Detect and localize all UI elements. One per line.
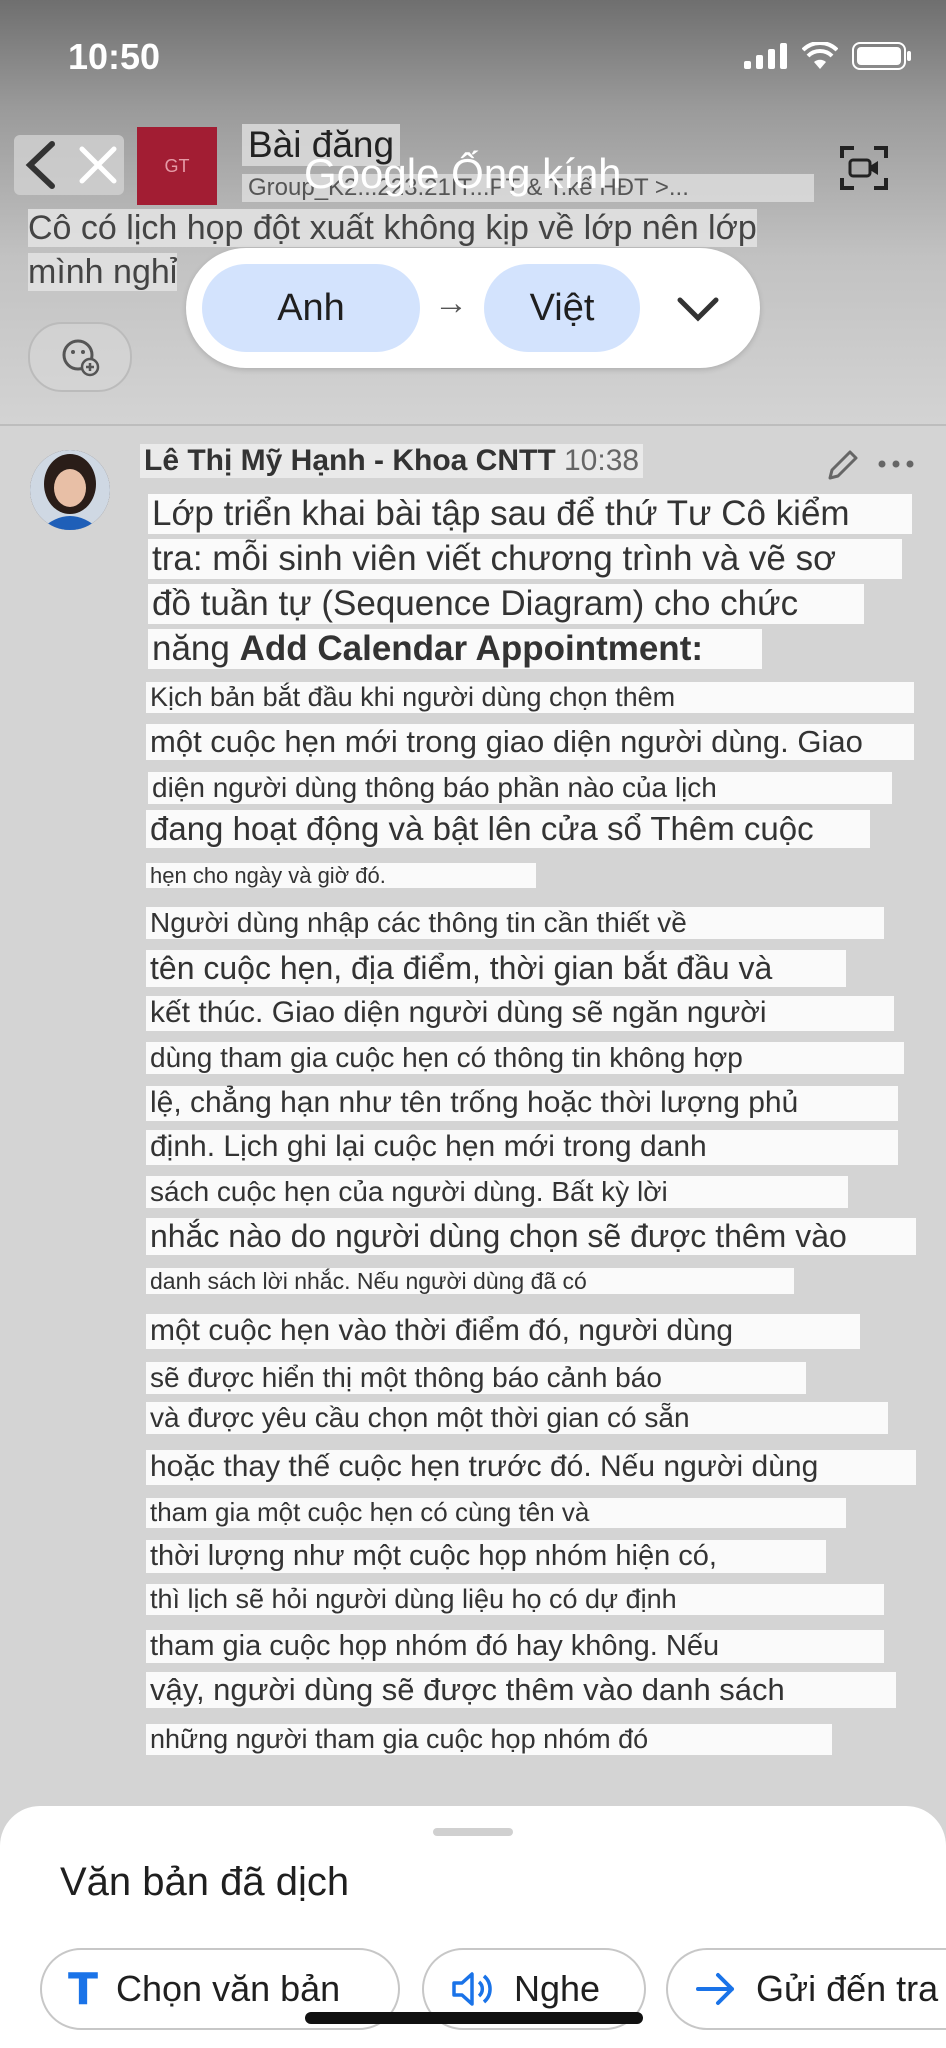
- source-language-chip[interactable]: Anh: [202, 264, 420, 352]
- translated-line: một cuộc hẹn mới trong giao diện người d…: [146, 724, 914, 760]
- translated-line: Kịch bản bắt đầu khi người dùng chọn thê…: [146, 682, 914, 714]
- language-selector: Anh → Việt: [186, 248, 760, 368]
- translated-line: đang hoạt động và bật lên cửa sổ Thêm cu…: [146, 810, 870, 848]
- translated-line: đồ tuần tự (Sequence Diagram) cho chức: [148, 584, 864, 625]
- signal-icon: [744, 43, 787, 69]
- translated-line: thời lượng như một cuộc họp nhóm hiện có…: [146, 1540, 826, 1574]
- send-to-label: Gửi đến tra: [756, 1968, 939, 2009]
- translated-line: những người tham gia cuộc họp nhóm đó: [146, 1724, 832, 1756]
- sheet-grabber[interactable]: [433, 1828, 513, 1836]
- translated-line: diện người dùng thông báo phần nào của l…: [148, 772, 892, 805]
- send-to-button[interactable]: Gửi đến tra: [666, 1948, 946, 2030]
- close-icon[interactable]: [78, 145, 118, 185]
- translated-line-heading: năng Add Calendar Appointment:: [148, 629, 762, 670]
- translated-line: thì lịch sẽ hỏi người dùng liệu họ có dự…: [146, 1584, 884, 1616]
- sheet-title: Văn bản đã dịch: [60, 1860, 350, 1904]
- translated-line: tham gia cuộc họp nhóm đó hay không. Nếu: [146, 1630, 884, 1664]
- comment-time: 10:38: [564, 444, 640, 477]
- comment-author: Lê Thị Mỹ Hạnh - Khoa CNTT 10:38: [140, 444, 644, 478]
- text-select-icon: T: [68, 1963, 99, 2015]
- translated-line: định. Lịch ghi lại cuộc hẹn mới trong da…: [146, 1130, 898, 1165]
- arrow-right-icon: [696, 1973, 734, 2005]
- translated-line: Người dùng nhập các thông tin cần thiết …: [146, 907, 884, 940]
- home-indicator: [305, 2012, 643, 2024]
- translated-line: lệ, chẳng hạn như tên trống hoặc thời lư…: [146, 1086, 898, 1121]
- target-language-chip[interactable]: Việt: [484, 264, 640, 352]
- heading-prefix: năng: [152, 629, 240, 668]
- translated-line: tham gia một cuộc hẹn có cùng tên và: [146, 1497, 846, 1528]
- author-name: Lê Thị Mỹ Hạnh - Khoa CNTT: [144, 444, 556, 477]
- translated-line: sẽ được hiển thị một thông báo cảnh báo: [146, 1362, 806, 1395]
- divider: [0, 424, 946, 426]
- back-icon[interactable]: [20, 140, 60, 190]
- more-options-icon[interactable]: [876, 446, 916, 482]
- translated-line: tra: mỗi sinh viên viết chương trình và …: [148, 539, 902, 580]
- lens-title: Google Ống kính: [304, 150, 622, 197]
- translated-line: một cuộc hẹn vào thời điểm đó, người dùn…: [146, 1314, 860, 1349]
- status-time: 10:50: [68, 36, 161, 77]
- screen-record-icon[interactable]: [836, 140, 892, 196]
- wifi-icon: [802, 42, 838, 69]
- battery-icon: [852, 42, 911, 70]
- translated-line: danh sách lời nhắc. Nếu người dùng đã có: [146, 1268, 794, 1295]
- translated-line: hẹn cho ngày và giờ đó.: [146, 863, 536, 889]
- translated-line: sách cuộc hẹn của người dùng. Bất kỳ lời: [146, 1176, 848, 1209]
- translated-line: nhắc nào do người dùng chọn sẽ được thêm…: [146, 1218, 916, 1255]
- speaker-icon: [452, 1972, 492, 2006]
- add-reaction-button[interactable]: [28, 322, 132, 392]
- translated-line: Lớp triển khai bài tập sau để thứ Tư Cô …: [148, 494, 912, 535]
- back-close-group: [14, 135, 124, 195]
- translated-line: hoặc thay thế cuộc hẹn trước đó. Nếu ngư…: [146, 1450, 916, 1485]
- status-icons: [744, 42, 912, 70]
- chevron-down-icon[interactable]: [676, 288, 720, 328]
- add-emoji-icon: [62, 339, 100, 377]
- translated-line: tên cuộc hẹn, địa điểm, thời gian bắt đầ…: [146, 950, 846, 987]
- select-text-label: Chọn văn bản: [116, 1968, 341, 2009]
- translated-line: và được yêu cầu chọn một thời gian có sẵ…: [146, 1402, 888, 1435]
- group-avatar: GT: [137, 127, 217, 205]
- translated-line: dùng tham gia cuộc hẹn có thông tin khôn…: [146, 1042, 904, 1075]
- listen-label: Nghe: [514, 1968, 601, 2009]
- avatar: [30, 450, 110, 530]
- edit-icon[interactable]: [826, 446, 862, 482]
- heading-bold: Add Calendar Appointment:: [239, 629, 704, 668]
- previous-comment-line: Cô có lịch họp đột xuất không kịp về lớp…: [28, 209, 757, 247]
- translated-line: kết thúc. Giao diện người dùng sẽ ngăn n…: [146, 996, 894, 1031]
- language-arrow: →: [434, 284, 468, 322]
- translated-line: vậy, người dùng sẽ được thêm vào danh sá…: [146, 1672, 896, 1708]
- previous-comment-line: mình nghỉ: [28, 253, 178, 291]
